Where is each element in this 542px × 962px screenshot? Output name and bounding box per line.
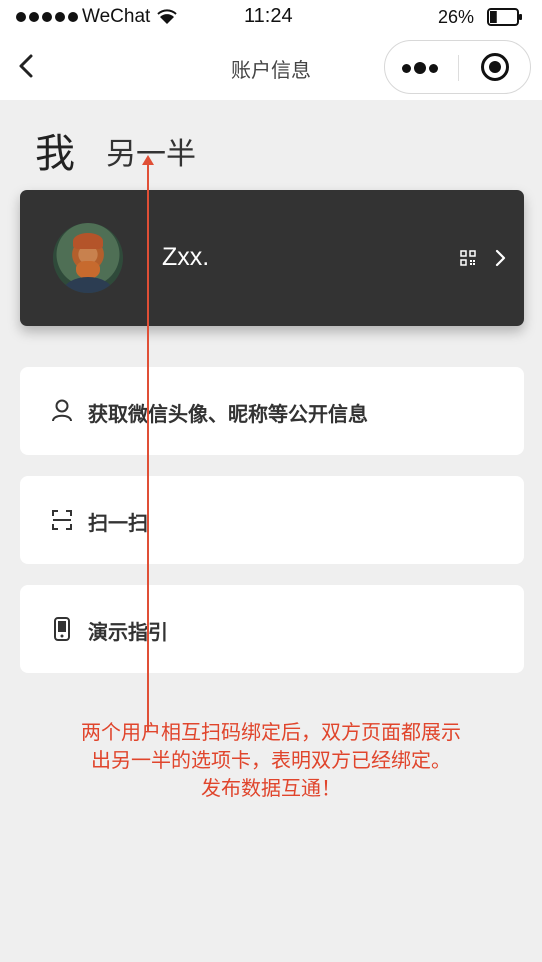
chevron-right-icon <box>495 249 506 267</box>
annotation-line-1: 两个用户相互扫码绑定后，双方页面都展示 <box>81 720 461 744</box>
tab-me[interactable]: 我 <box>35 121 75 179</box>
qr-code-icon[interactable] <box>460 250 476 266</box>
tab-partner[interactable]: 另一半 <box>106 129 196 173</box>
carrier-name: WeChat <box>82 6 151 27</box>
annotation-line <box>147 162 149 732</box>
signal-strength-icon <box>16 12 78 22</box>
annotation-line-2: 出另一半的选项卡，表明双方已经绑定。 <box>91 748 451 772</box>
user-icon <box>52 399 72 422</box>
menu-item-get-wechat-info[interactable]: 获取微信头像、昵称等公开信息 <box>20 367 524 455</box>
battery-percent: 26% <box>438 7 475 27</box>
menu-item-label: 演示指引 <box>88 620 168 644</box>
more-dots-icon[interactable] <box>385 41 458 93</box>
menu-item-demo-guide[interactable]: 演示指引 <box>20 585 524 673</box>
nav-bar: 账户信息 <box>0 36 542 100</box>
status-bar: WeChat 11:24 26% <box>0 0 542 36</box>
mini-program-capsule <box>384 40 531 94</box>
menu-item-scan[interactable]: 扫一扫 <box>20 476 524 564</box>
target-close-icon[interactable] <box>459 41 531 93</box>
menu-item-label: 获取微信头像、昵称等公开信息 <box>88 402 368 426</box>
battery-icon <box>487 8 522 26</box>
annotation-text: 两个用户相互扫码绑定后，双方页面都展示 出另一半的选项卡，表明双方已经绑定。 发… <box>30 718 512 802</box>
annotation-arrow-head <box>142 155 154 165</box>
profile-card[interactable]: Zxx. <box>20 190 524 326</box>
menu-item-label: 扫一扫 <box>88 511 148 535</box>
annotation-line-3: 发布数据互通！ <box>201 776 341 800</box>
wifi-icon <box>157 9 177 24</box>
profile-name: Zxx. <box>162 243 210 271</box>
avatar <box>53 223 123 293</box>
phone-icon <box>54 617 70 641</box>
scan-icon <box>52 510 72 530</box>
clock: 11:24 <box>244 5 293 27</box>
